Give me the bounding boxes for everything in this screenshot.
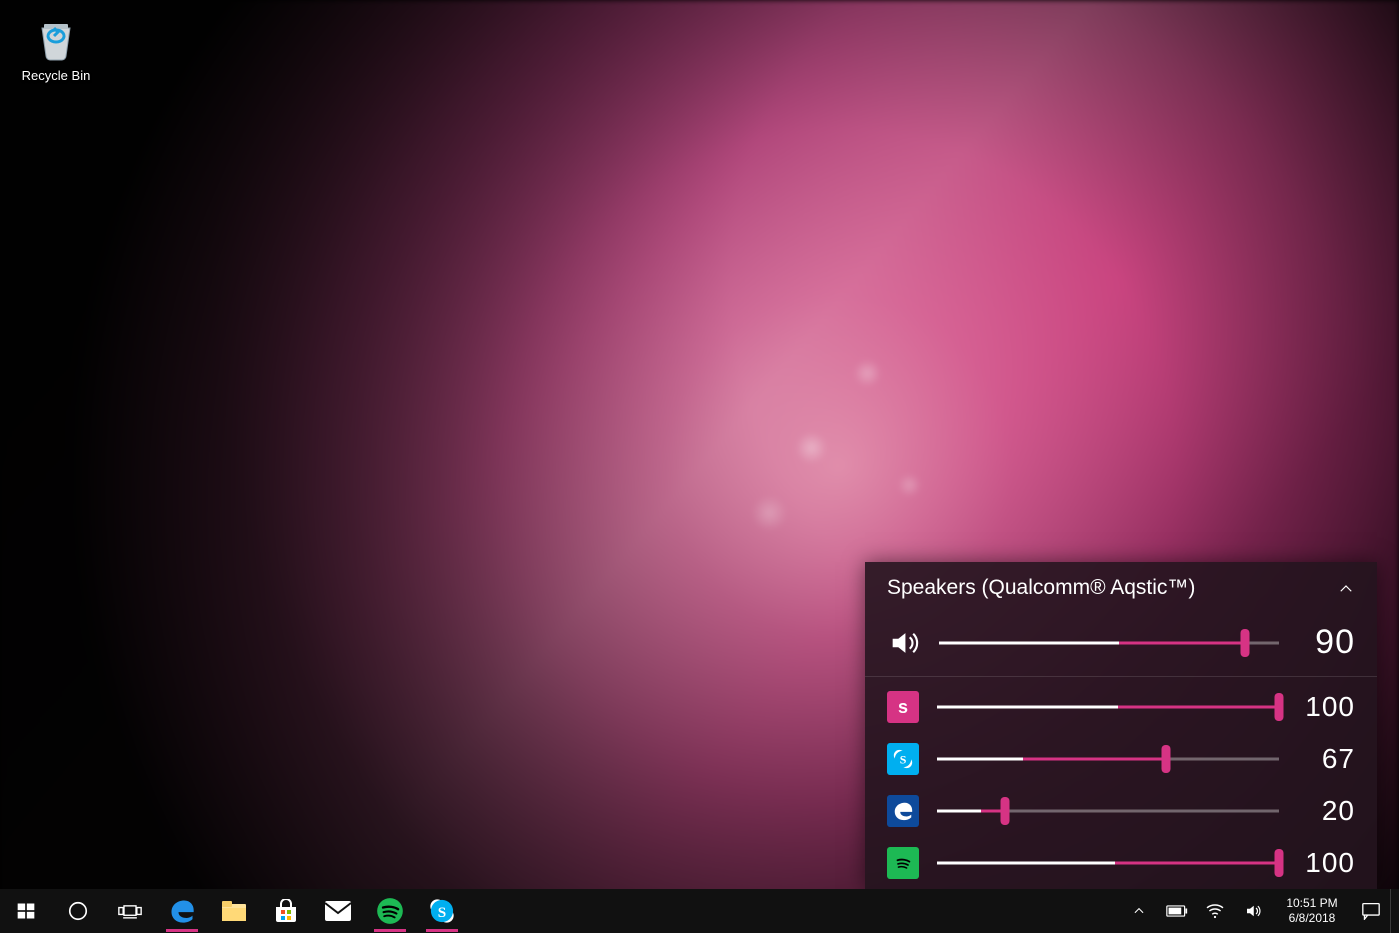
taskbar-app-edge[interactable] — [156, 889, 208, 933]
systray-wifi-icon[interactable] — [1196, 889, 1234, 933]
audio-device-label[interactable]: Speakers (Qualcomm® Aqstic™) — [887, 576, 1195, 600]
action-center-button[interactable] — [1352, 889, 1390, 933]
cortana-button[interactable] — [52, 889, 104, 933]
volume-app-row-systemsounds: s 100 — [865, 681, 1377, 733]
speaker-icon[interactable] — [887, 626, 921, 660]
volume-app-value: 100 — [1297, 847, 1355, 879]
volume-app-slider-edge[interactable] — [937, 807, 1279, 815]
volume-flyout-header: Speakers (Qualcomm® Aqstic™) — [865, 562, 1377, 613]
volume-app-row-spotify: 100 — [865, 837, 1377, 889]
systemsounds-icon[interactable]: s — [887, 691, 919, 723]
skype-icon[interactable]: S — [887, 743, 919, 775]
volume-app-slider-systemsounds[interactable] — [937, 703, 1279, 711]
taskbar-clock[interactable]: 10:51 PM 6/8/2018 — [1272, 889, 1352, 933]
taskbar-app-fileexplorer[interactable] — [208, 889, 260, 933]
systray-volume-icon[interactable] — [1234, 889, 1272, 933]
taskview-button[interactable] — [104, 889, 156, 933]
taskbar-app-mail[interactable] — [312, 889, 364, 933]
edge-icon[interactable] — [887, 795, 919, 827]
svg-text:S: S — [438, 904, 446, 921]
app-running-indicator — [374, 929, 406, 932]
app-running-indicator — [426, 929, 458, 932]
spotify-icon[interactable] — [887, 847, 919, 879]
svg-text:S: S — [900, 753, 907, 767]
volume-app-value: 100 — [1297, 691, 1355, 723]
taskbar-app-skype[interactable]: S — [416, 889, 468, 933]
taskbar-app-spotify[interactable] — [364, 889, 416, 933]
clock-date: 6/8/2018 — [1289, 911, 1336, 926]
volume-flyout: Speakers (Qualcomm® Aqstic™) 90 s 100 S … — [865, 562, 1377, 889]
collapse-chevron-icon[interactable] — [1333, 576, 1359, 607]
volume-app-slider-spotify[interactable] — [937, 859, 1279, 867]
show-desktop-button[interactable] — [1390, 889, 1399, 933]
desktop-icon-recycle-bin[interactable]: Recycle Bin — [12, 12, 100, 83]
volume-master-value: 90 — [1297, 623, 1355, 662]
recycle-bin-icon — [30, 12, 82, 64]
systray-overflow-button[interactable] — [1120, 889, 1158, 933]
app-running-indicator — [166, 929, 198, 932]
volume-master-slider[interactable] — [939, 639, 1279, 647]
taskbar-app-store[interactable] — [260, 889, 312, 933]
volume-app-value: 67 — [1297, 743, 1355, 775]
clock-time: 10:51 PM — [1286, 896, 1337, 911]
start-button[interactable] — [0, 889, 52, 933]
volume-app-slider-skype[interactable] — [937, 755, 1279, 763]
volume-separator — [865, 676, 1377, 677]
volume-app-row-skype: S 67 — [865, 733, 1377, 785]
volume-app-row-edge: 20 — [865, 785, 1377, 837]
systray-battery-icon[interactable] — [1158, 889, 1196, 933]
volume-master-row: 90 — [865, 613, 1377, 672]
volume-app-value: 20 — [1297, 795, 1355, 827]
taskbar: S 10:51 PM 6/8/2018 — [0, 889, 1399, 933]
desktop-icon-label: Recycle Bin — [12, 68, 100, 83]
